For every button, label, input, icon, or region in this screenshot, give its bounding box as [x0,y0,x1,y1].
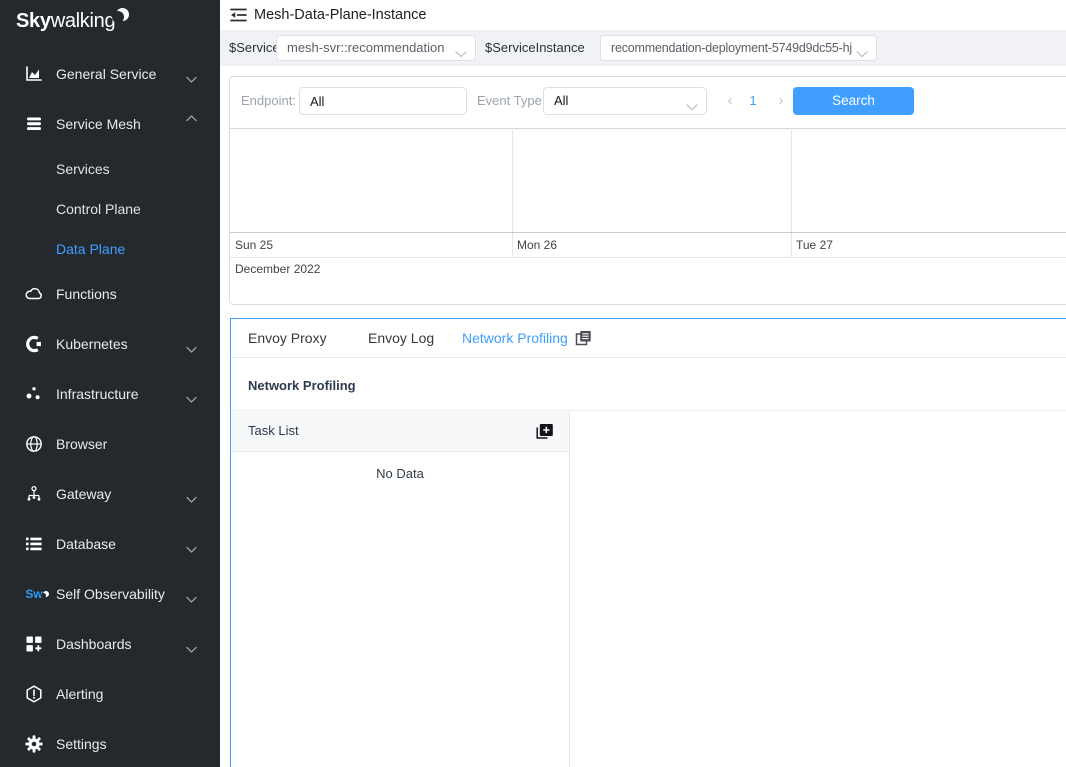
sidebar-item-alerting[interactable]: Alerting [0,682,220,706]
endpoint-label: Endpoint: [241,87,296,115]
alert-hexagon-icon [25,685,43,703]
crescent-moon-icon [116,8,129,21]
sidebar-item-dashboards[interactable]: Dashboards [0,632,220,656]
globe-icon [25,435,43,453]
skywalking-logo[interactable]: Skywalking [16,10,129,38]
pagination-prev-icon[interactable]: ‹ [720,87,740,115]
tabs-divider [231,357,1066,358]
timeline-month-axis: December 2022 [230,257,1066,281]
event-type-label: Event Type: [477,87,545,115]
chevron-down-icon [186,71,197,78]
instance-detail-panel: Envoy Proxy Envoy Log Network Profiling … [230,318,1066,767]
copy-icon[interactable] [575,330,592,346]
chevron-down-icon [186,341,197,348]
chevron-down-icon [186,591,197,598]
sidebar-item-label: Control Plane [56,197,141,221]
sidebar-item-label: Functions [56,282,117,306]
service-select-value: mesh-svr::recommendation [287,36,451,60]
tab-envoy-log[interactable]: Envoy Log [368,319,434,357]
tab-envoy-proxy[interactable]: Envoy Proxy [248,319,327,357]
chevron-down-icon [186,641,197,648]
sidebar-item-data-plane[interactable]: Data Plane [0,237,220,261]
day-tick-label: Tue 27 [796,233,833,257]
sidebar-item-label: Browser [56,432,107,456]
dots-cluster-icon [25,385,43,403]
sidebar-item-label: General Service [56,62,156,86]
sidebar-item-label: Alerting [56,682,103,706]
sidebar-item-kubernetes[interactable]: Kubernetes [0,332,220,356]
day-tick-label: Mon 26 [517,233,557,257]
list-rows-icon [25,535,43,553]
sidebar-item-label: Dashboards [56,632,132,656]
service-instance-label: $ServiceInstance [485,30,585,66]
sidebar-item-infrastructure[interactable]: Infrastructure [0,382,220,406]
sidebar-item-label: Data Plane [56,237,125,261]
sidebar-item-settings[interactable]: Settings [0,732,220,756]
area-chart-icon [25,65,43,83]
sidebar-item-browser[interactable]: Browser [0,432,220,456]
search-button[interactable]: Search [793,87,914,115]
pagination-page-number: 1 [743,87,763,115]
add-task-icon[interactable] [535,423,554,440]
chevron-down-icon [455,45,467,52]
dashboard-grid-plus-icon [25,635,43,653]
cloud-icon [25,285,43,303]
task-list-empty-text: No Data [231,466,569,481]
skywalking-mini-logo-icon: Sw [25,585,43,603]
service-instance-select[interactable]: recommendation-deployment-5749d9dc55-hjl… [600,35,877,61]
gear-icon [25,735,43,753]
sidebar-item-services[interactable]: Services [0,157,220,181]
sidebar-item-functions[interactable]: Functions [0,282,220,306]
chevron-down-icon [186,391,197,398]
page-title: Mesh-Data-Plane-Instance [254,7,426,23]
timeline-day-axis: Sun 25 Mon 26 Tue 27 [230,232,1066,257]
network-profiling-widget-title: Network Profiling [248,378,356,393]
event-type-select-value: All [554,88,682,114]
day-tick-label: Sun 25 [235,233,273,257]
sidebar: Skywalking General Service Service Mesh … [0,0,220,767]
sidebar-item-label: Kubernetes [56,332,128,356]
task-list-panel: Task List No Data [231,411,570,767]
sidebar-item-label: Service Mesh [56,112,141,136]
sidebar-item-label: Gateway [56,482,111,506]
sidebar-item-control-plane[interactable]: Control Plane [0,197,220,221]
chevron-down-icon [186,491,197,498]
endpoint-input[interactable] [299,87,467,115]
events-timeline-card: Endpoint: Event Type: All ‹ 1 › Search S… [229,76,1066,305]
task-list-header: Task List [231,411,569,452]
chevron-up-icon [186,121,197,128]
sidebar-item-self-observability[interactable]: Sw Self Observability [0,582,220,606]
logo-text-bold: Sky [16,10,51,32]
month-tick-label: December 2022 [235,258,320,281]
service-label: $Service [229,30,280,66]
pagination-next-icon[interactable]: › [771,87,791,115]
sidebar-item-general-service[interactable]: General Service [0,62,220,86]
sidebar-item-label: Self Observability [56,582,165,606]
kubernetes-icon [25,335,43,353]
sidebar-item-label: Database [56,532,116,556]
sidebar-item-database[interactable]: Database [0,532,220,556]
sidebar-item-label: Settings [56,732,107,756]
service-select[interactable]: mesh-svr::recommendation [276,35,476,61]
sidebar-item-service-mesh[interactable]: Service Mesh [0,112,220,136]
task-list-title: Task List [248,411,299,451]
gateway-hub-icon [25,485,43,503]
sidebar-item-gateway[interactable]: Gateway [0,482,220,506]
sidebar-item-label: Services [56,157,110,181]
sidebar-item-label: Infrastructure [56,382,138,406]
chevron-down-icon [856,45,868,52]
filter-bar: $Service mesh-svr::recommendation $Servi… [220,30,1066,66]
events-timeline-chart[interactable] [230,128,1066,232]
skywalking-app: Skywalking General Service Service Mesh … [0,0,1066,767]
logo-text: walking [51,10,116,32]
chevron-down-icon [186,541,197,548]
menu-fold-icon[interactable] [230,8,248,22]
tab-network-profiling[interactable]: Network Profiling [462,319,568,357]
event-type-select[interactable]: All [543,87,707,115]
chevron-down-icon [686,98,698,105]
service-instance-select-value: recommendation-deployment-5749d9dc55-hjl… [611,36,852,60]
layers-icon [25,115,43,133]
